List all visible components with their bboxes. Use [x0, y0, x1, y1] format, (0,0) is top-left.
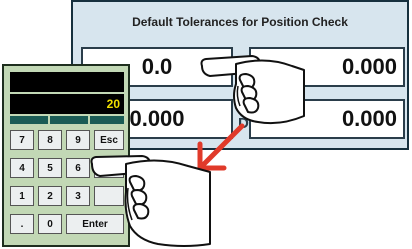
key-6[interactable]: 6	[66, 158, 90, 178]
key-8[interactable]: 8	[38, 130, 62, 150]
panel-title: Default Tolerances for Position Check	[132, 15, 348, 29]
key-0[interactable]: 0	[38, 214, 62, 234]
key-decimal[interactable]: .	[10, 214, 34, 234]
keypad-display-value: 20	[10, 94, 124, 114]
key-7[interactable]: 7	[10, 130, 34, 150]
keypad-divider	[90, 116, 124, 124]
key-1[interactable]: 1	[10, 186, 34, 206]
keypad-divider	[50, 116, 88, 124]
key-2[interactable]: 2	[38, 186, 62, 206]
key-5[interactable]: 5	[38, 158, 62, 178]
key-9[interactable]: 9	[66, 130, 90, 150]
key-4[interactable]: 4	[10, 158, 34, 178]
key-3[interactable]: 3	[66, 186, 90, 206]
pointing-hand-icon	[90, 155, 211, 247]
keypad-display-top	[10, 72, 124, 92]
key-esc[interactable]: Esc	[94, 130, 124, 150]
pointing-hand-icon	[200, 55, 305, 125]
keypad-divider	[10, 116, 48, 124]
